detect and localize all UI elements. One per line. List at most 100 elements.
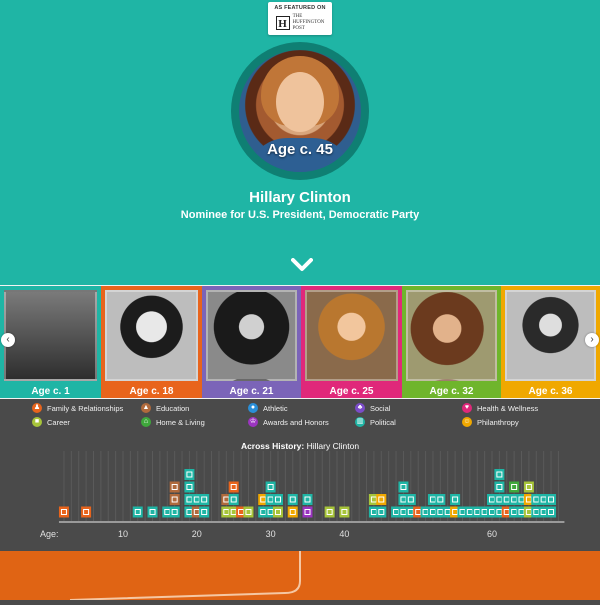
event-marker[interactable] <box>376 494 387 505</box>
legend-label: Home & Living <box>156 417 205 427</box>
event-marker[interactable] <box>199 506 210 518</box>
featured-badge[interactable]: AS FEATURED ON H THE HUFFINGTON POST <box>268 2 332 35</box>
legend-label: Family & Relationships <box>47 403 124 413</box>
legend-item[interactable]: ● Athletic <box>248 403 288 413</box>
event-marker[interactable] <box>546 506 557 518</box>
capitol-icon: ▥ <box>355 417 365 427</box>
legend-item[interactable]: ▲ Education <box>141 403 189 413</box>
legend-item[interactable]: ▥ Political <box>355 417 396 427</box>
chevron-down-icon[interactable] <box>291 258 313 272</box>
tick-label: 10 <box>118 529 128 539</box>
event-marker[interactable] <box>494 481 505 493</box>
photo-card[interactable]: Age c. 25 <box>301 286 402 398</box>
legend-item[interactable]: ♣ Social <box>355 403 390 413</box>
card-age-label: Age c. 32 <box>429 386 474 397</box>
huffington-post-logo: H THE HUFFINGTON POST <box>268 14 332 32</box>
heart-icon: ♥ <box>462 403 472 413</box>
event-marker[interactable] <box>132 506 143 518</box>
card-photo <box>406 290 497 381</box>
house-icon: ⌂ <box>141 417 151 427</box>
legend-label: Health & Wellness <box>477 403 539 413</box>
logo-letter: H <box>275 16 290 30</box>
featured-label: AS FEATURED ON <box>274 5 326 11</box>
chevron-left-icon[interactable]: ‹ <box>1 333 15 347</box>
event-marker[interactable] <box>243 506 254 518</box>
event-marker[interactable] <box>494 469 505 480</box>
person-icon: ♟ <box>32 403 42 413</box>
card-age-label: Age c. 36 <box>528 386 573 397</box>
event-marker[interactable] <box>546 494 557 505</box>
event-marker[interactable] <box>339 506 350 518</box>
event-marker[interactable] <box>376 506 387 518</box>
legend-item[interactable]: ♥ Health & Wellness <box>462 403 538 413</box>
event-marker[interactable] <box>435 494 446 505</box>
smiley-icon: ☺ <box>462 417 472 427</box>
event-marker[interactable] <box>272 506 283 518</box>
next-section <box>0 551 600 601</box>
legend-label: Athletic <box>263 403 288 413</box>
event-marker[interactable] <box>228 494 239 505</box>
tick-label: 60 <box>487 529 497 539</box>
card-age-label: Age c. 21 <box>229 386 274 397</box>
event-marker[interactable] <box>302 506 313 518</box>
event-marker[interactable] <box>405 494 416 505</box>
event-marker[interactable] <box>398 481 409 493</box>
card-photo <box>105 290 198 381</box>
card-photo <box>305 290 398 381</box>
card-photo <box>206 290 297 381</box>
timeline-plot: Age: 10 20 30 40 60 <box>40 451 565 539</box>
event-marker[interactable] <box>287 506 298 518</box>
event-marker[interactable] <box>169 481 180 493</box>
photo-card[interactable]: Age c. 18 <box>101 286 202 398</box>
event-marker[interactable] <box>324 506 335 518</box>
photo-card[interactable]: Age c. 21 <box>202 286 301 398</box>
event-marker[interactable] <box>147 506 158 518</box>
card-age-label: Age c. 1 <box>31 386 70 397</box>
card-age-label: Age c. 25 <box>329 386 374 397</box>
event-marker[interactable] <box>509 481 520 493</box>
event-marker[interactable] <box>81 506 92 518</box>
person-name: Hillary Clinton <box>249 189 351 206</box>
event-marker[interactable] <box>265 481 276 493</box>
event-marker[interactable] <box>272 494 283 505</box>
photo-card[interactable]: Age c. 1 <box>0 286 101 398</box>
legend-item[interactable]: ■ Career <box>32 417 70 427</box>
person-subtitle: Nominee for U.S. President, Democratic P… <box>180 209 420 221</box>
event-marker[interactable] <box>450 494 461 505</box>
tick-label: 40 <box>339 529 349 539</box>
event-marker[interactable] <box>523 481 534 493</box>
event-marker[interactable] <box>199 494 210 505</box>
legend-item[interactable]: ☺ Philanthropy <box>462 417 519 427</box>
trophy-icon: ♔ <box>248 417 258 427</box>
event-marker[interactable] <box>58 506 69 518</box>
event-marker[interactable] <box>169 494 180 505</box>
logo-line-3: POST <box>292 26 305 31</box>
briefcase-icon: ■ <box>32 417 42 427</box>
card-age-label: Age c. 18 <box>129 386 174 397</box>
legend-label: Political <box>370 417 396 427</box>
hero-age-label: Age c. 45 <box>267 141 333 158</box>
legend-item[interactable]: ♔ Awards and Honors <box>248 417 329 427</box>
legend-label: Career <box>47 417 70 427</box>
legend-item[interactable]: ⌂ Home & Living <box>141 417 205 427</box>
event-marker[interactable] <box>228 481 239 493</box>
axis-label: Age: <box>40 529 59 539</box>
event-marker[interactable] <box>169 506 180 518</box>
group-icon: ♣ <box>355 403 365 413</box>
legend-label: Awards and Honors <box>263 417 329 427</box>
legend-label: Education <box>156 403 190 413</box>
graduation-cap-icon: ▲ <box>141 403 151 413</box>
legend-label: Philanthropy <box>477 417 519 427</box>
hero-banner: AS FEATURED ON H THE HUFFINGTON POST Age… <box>0 0 600 285</box>
photo-card[interactable]: Age c. 32 <box>402 286 501 398</box>
event-marker[interactable] <box>184 469 195 480</box>
card-photo <box>4 290 97 381</box>
legend-label: Social <box>370 403 391 413</box>
chevron-right-icon[interactable]: › <box>585 333 599 347</box>
event-marker[interactable] <box>184 481 195 493</box>
event-marker[interactable] <box>302 494 313 505</box>
event-marker[interactable] <box>287 494 298 505</box>
legend-item[interactable]: ♟ Family & Relationships <box>32 403 123 413</box>
ball-icon: ● <box>248 403 258 413</box>
decorative-line <box>69 551 301 601</box>
